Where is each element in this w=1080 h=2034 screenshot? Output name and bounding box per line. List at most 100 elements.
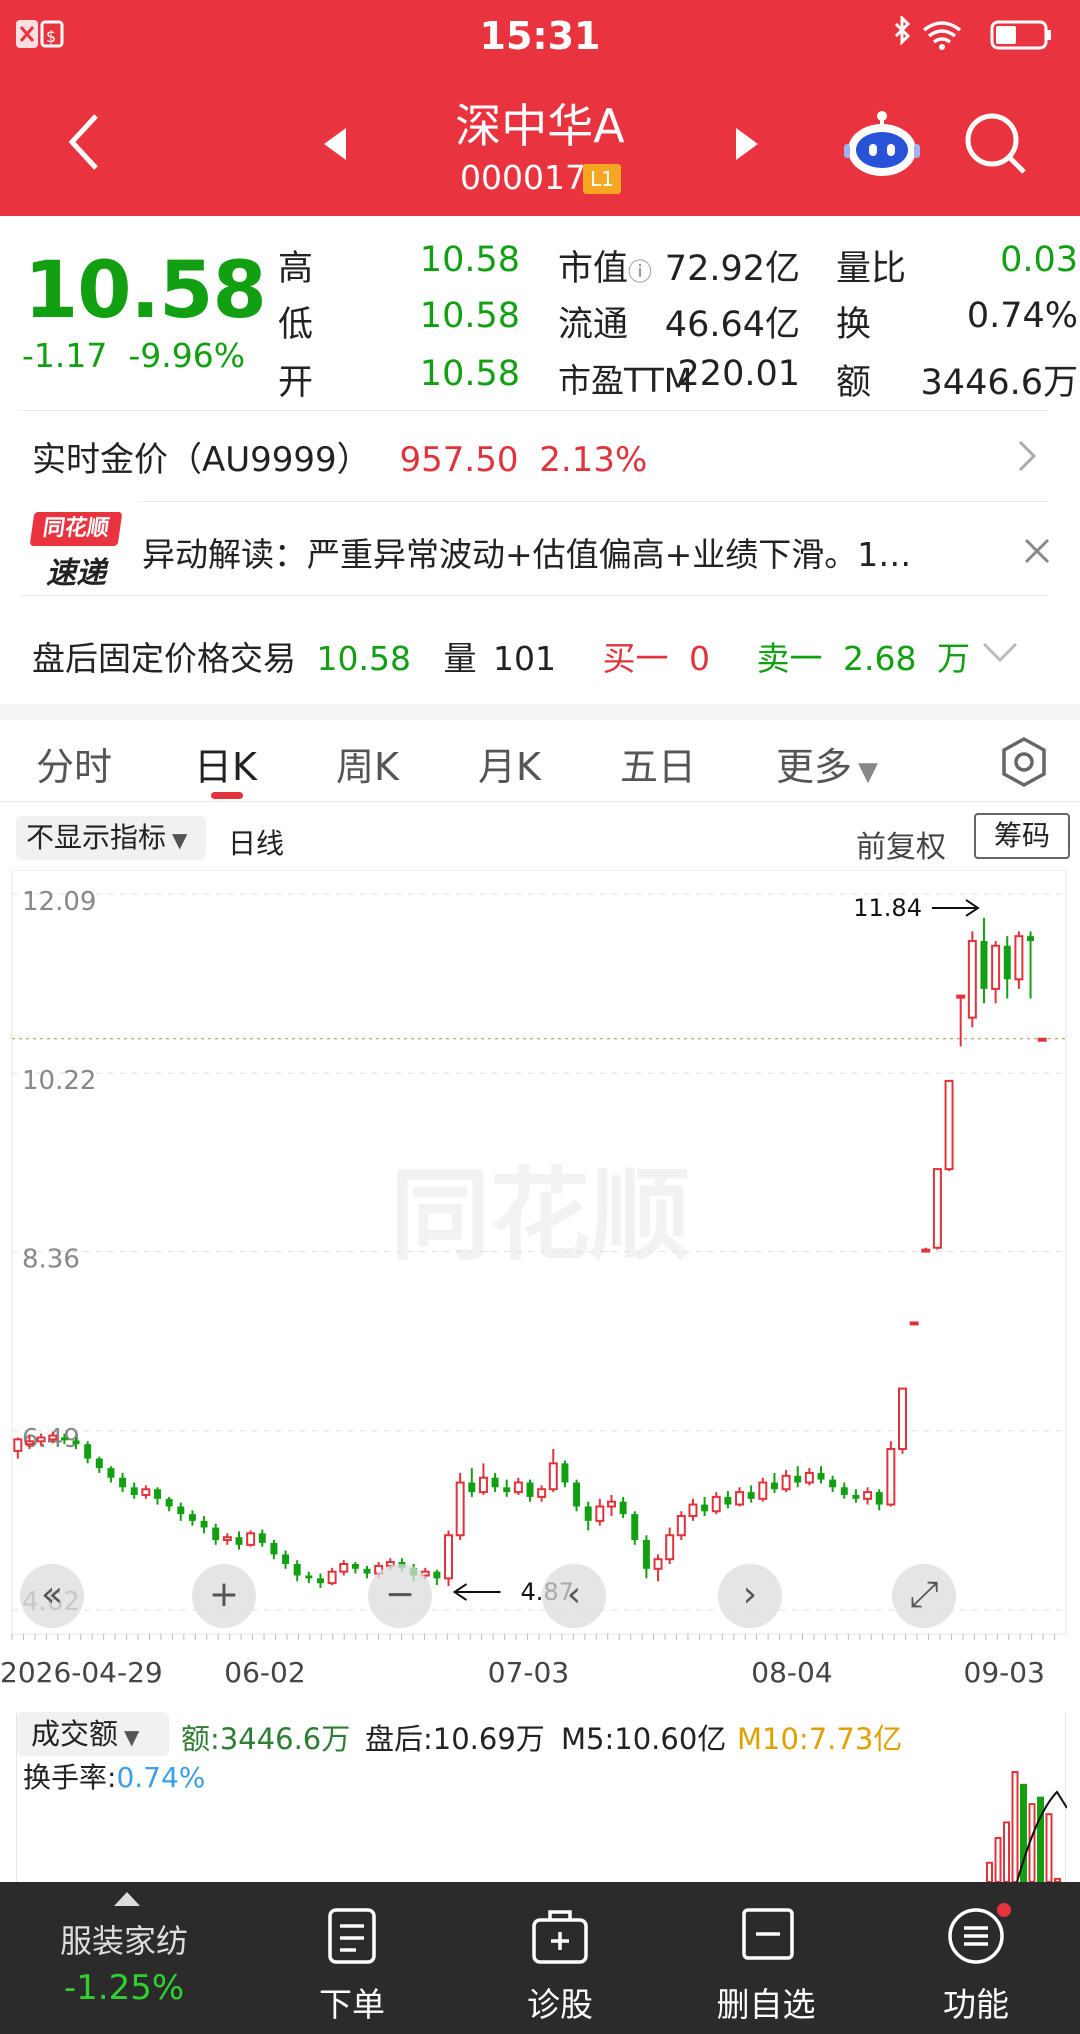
next-stock-icon[interactable] xyxy=(734,126,762,162)
chevron-down-icon[interactable] xyxy=(980,640,1020,666)
candle-body xyxy=(72,1440,80,1445)
candle-body xyxy=(293,1563,301,1576)
up-triangle-icon xyxy=(114,1892,140,1906)
news-text: 异动解读：严重异常波动+估值偏高+业绩下滑。1… xyxy=(142,535,912,574)
open-value: 10.58 xyxy=(419,354,520,394)
candle-body xyxy=(747,1492,755,1499)
volume-bar xyxy=(986,1861,993,1882)
candle-body xyxy=(433,1571,441,1579)
volume-ratio-label: 量比 xyxy=(836,249,907,289)
sector-percent: -1.25% xyxy=(63,1968,185,2008)
volume-bar xyxy=(994,1837,1002,1882)
minus-square-icon xyxy=(742,1908,794,1960)
pan-left-icon[interactable]: ‹ xyxy=(542,1564,606,1628)
candle-body xyxy=(13,1438,23,1452)
status-bar: $ 15:31 xyxy=(0,0,1080,70)
candle-body xyxy=(154,1489,161,1499)
volume-panel: 成交额 ▼ 额:3446.6万 盘后:10.69万 M5:10.60亿 M10:7… xyxy=(16,1712,1067,1882)
fullscreen-icon[interactable]: ⤢ xyxy=(892,1564,956,1628)
adjust-selector[interactable]: 前复权 xyxy=(856,822,946,866)
open-label: 开 xyxy=(278,363,314,403)
candle-body xyxy=(829,1479,837,1488)
candle-body xyxy=(235,1537,243,1545)
y-tick-label: 10.22 xyxy=(22,1066,96,1096)
indicator-selector[interactable]: 不显示指标 ▼ xyxy=(16,816,206,860)
candle-body xyxy=(270,1542,278,1555)
after-hours-label: 盘后固定价格交易 xyxy=(32,639,296,678)
candle-body xyxy=(781,1474,791,1491)
x-tick-label: 08-04 xyxy=(751,1656,832,1689)
info-icon[interactable]: ⓘ xyxy=(628,258,652,286)
chips-button[interactable]: 筹码 xyxy=(974,813,1070,859)
ask-unit: 万 xyxy=(936,639,970,678)
diagnose-label: 诊股 xyxy=(527,1985,593,2024)
candle-body xyxy=(24,1440,34,1446)
close-icon[interactable] xyxy=(1022,536,1052,566)
tab-intraday[interactable]: 分时 xyxy=(36,736,112,791)
candle-body xyxy=(665,1534,675,1561)
candle-body xyxy=(688,1503,698,1518)
change-percent: -9.96% xyxy=(128,336,246,375)
candle-body xyxy=(631,1514,639,1541)
header: $ 15:31 深中华A 000017 L1 xyxy=(0,0,1080,216)
zoom-out-icon[interactable]: − xyxy=(368,1564,432,1628)
amount-value: 3446.6万 xyxy=(920,363,1078,403)
float-cap-label: 流通 xyxy=(558,305,629,345)
menu-circle-icon xyxy=(948,1903,1011,1964)
bottom-toolbar: 服装家纺 -1.25% 下单 诊股 删自选 功能 xyxy=(0,1882,1080,2034)
candle-body xyxy=(991,944,1001,990)
candle-body xyxy=(491,1477,499,1488)
search-icon[interactable] xyxy=(962,110,1028,176)
candle-body xyxy=(921,1248,931,1253)
status-icons xyxy=(894,16,1051,50)
candle-body xyxy=(735,1491,745,1506)
tab-monthly-k[interactable]: 月K xyxy=(478,736,541,791)
candle-body xyxy=(60,1437,68,1441)
candle-body xyxy=(305,1575,313,1579)
candle-body xyxy=(513,1481,523,1494)
volume-bars xyxy=(986,1771,1067,1882)
high-value: 10.58 xyxy=(419,240,520,280)
candle-body xyxy=(478,1476,488,1494)
tab-five-day[interactable]: 五日 xyxy=(620,736,696,791)
float-cap-value: 46.64亿 xyxy=(664,305,800,345)
period-tabs: 分时 日K 周K 月K 五日 更多 ▼ xyxy=(0,722,1080,802)
candle-body xyxy=(141,1488,151,1496)
candle-body xyxy=(794,1475,802,1483)
candle-body xyxy=(676,1515,686,1537)
zoom-out-far-icon[interactable]: « xyxy=(20,1564,84,1628)
zoom-in-icon[interactable]: + xyxy=(192,1564,256,1628)
candle-body xyxy=(1027,936,1035,941)
tab-daily-k[interactable]: 日K xyxy=(194,736,257,791)
candle-body xyxy=(584,1506,592,1521)
functions-label: 功能 xyxy=(943,1985,1009,2024)
candle-body xyxy=(548,1462,558,1491)
max-price-label: 11.84 xyxy=(853,894,922,922)
x-tick-label: 09-03 xyxy=(964,1656,1045,1689)
tab-more[interactable]: 更多 ▼ xyxy=(776,736,878,791)
candle-body xyxy=(642,1540,650,1569)
candle-body xyxy=(258,1533,266,1543)
candle-body xyxy=(944,1079,954,1171)
gold-label: 实时金价（AU9999） xyxy=(32,440,371,480)
after-hours-vol: 101 xyxy=(492,639,556,678)
candle-body xyxy=(863,1491,873,1500)
robot-assistant-icon[interactable] xyxy=(844,108,920,178)
candle-body xyxy=(316,1578,324,1584)
settings-hexagon-icon[interactable] xyxy=(998,736,1050,788)
change-value: -1.17 xyxy=(22,336,108,375)
pan-right-icon[interactable]: › xyxy=(718,1564,782,1628)
candle-body xyxy=(898,1387,907,1450)
y-tick-label: 12.09 xyxy=(22,887,96,917)
app-root: $ 15:31 深中华A 000017 L1 10.58 -1.17 -9.96… xyxy=(0,0,1080,2034)
tab-weekly-k[interactable]: 周K xyxy=(336,736,399,791)
sector-name: 服装家纺 xyxy=(59,1922,188,1960)
after-hours-row[interactable]: 盘后固定价格交易 10.58 量 101 买一 0 卖一 2.68 万 xyxy=(32,632,970,680)
candle-body xyxy=(327,1570,337,1585)
candle-body xyxy=(95,1458,103,1469)
candle-body xyxy=(606,1500,616,1508)
candle-body xyxy=(177,1506,185,1515)
candle-body xyxy=(200,1520,208,1528)
ths-express-logo: 同花顺 速递 xyxy=(29,512,123,591)
candle-body xyxy=(875,1492,883,1505)
